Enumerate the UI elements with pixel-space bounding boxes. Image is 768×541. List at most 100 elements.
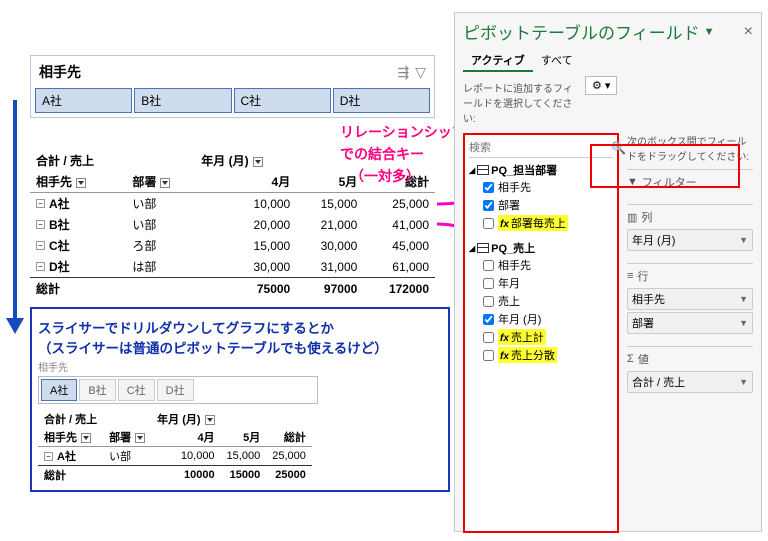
search-input[interactable] xyxy=(469,142,611,154)
field-checkbox[interactable] xyxy=(483,350,494,361)
field-item[interactable]: 年月 (月) xyxy=(469,310,613,328)
sigma-icon: Σ xyxy=(627,353,634,365)
drilldown-arrow xyxy=(8,100,22,336)
value-cell: 15000 xyxy=(221,466,267,485)
table-name: PQ_売上 xyxy=(491,240,535,256)
field-label: 部署毎売上 xyxy=(511,218,566,230)
dropdown-icon[interactable] xyxy=(205,415,215,425)
column-dropdown-icon[interactable] xyxy=(253,157,263,167)
pane-title: ピボットテーブルのフィールド▼ xyxy=(463,19,753,44)
field-item[interactable]: fx部署毎売上 xyxy=(469,214,613,232)
fx-icon: fx xyxy=(500,333,509,344)
field-chip[interactable]: 合計 / 売上 ▼ xyxy=(627,371,753,393)
clear-filter-icon[interactable]: ▽ xyxy=(415,64,426,81)
tab-active[interactable]: アクティブ xyxy=(463,50,533,72)
total-row: 総計7500097000172000 xyxy=(30,278,435,300)
rowfield2-dropdown-icon[interactable] xyxy=(160,178,170,188)
chevron-down-icon[interactable]: ▼ xyxy=(739,318,748,328)
hint-drag: 次のボックス間でフィールドをドラッグしてください: xyxy=(627,133,753,163)
area-label: フィルター xyxy=(642,174,697,190)
dept-cell: は部 xyxy=(126,256,195,278)
field-checkbox[interactable] xyxy=(483,332,494,343)
table-row: −A社い部10,00015,00025,000 xyxy=(30,193,435,215)
pivot-field-pane: ピボットテーブルのフィールド▼ × アクティブ すべて レポートに追加するフィー… xyxy=(454,12,762,532)
collapse-icon[interactable]: − xyxy=(44,452,53,461)
chip-label: 合計 / 売上 xyxy=(632,374,685,390)
field-checkbox[interactable] xyxy=(483,278,494,289)
chevron-down-icon[interactable]: ▼ xyxy=(739,294,748,304)
field-item[interactable]: 年月 xyxy=(469,274,613,292)
chevron-down-icon[interactable]: ▼ xyxy=(739,235,748,245)
values-label: 合計 / 売上 xyxy=(30,150,126,171)
field-chip[interactable]: 年月 (月)▼ xyxy=(627,229,753,251)
field-checkbox[interactable] xyxy=(483,218,494,229)
table-row: −A社い部10,00015,00025,000 xyxy=(38,447,312,466)
value-cell: 20,000 xyxy=(195,214,296,235)
gear-icon[interactable]: ⚙ ▾ xyxy=(585,76,617,95)
value-cell: 25,000 xyxy=(363,193,435,215)
total-row: 総計100001500025000 xyxy=(38,466,312,485)
table-name: PQ_担当部署 xyxy=(491,162,557,178)
slicer-item[interactable]: C社 xyxy=(118,379,155,401)
field-item[interactable]: fx売上分散 xyxy=(469,346,613,364)
value-cell: 61,000 xyxy=(363,256,435,278)
company-cell: D社 xyxy=(49,258,70,275)
slicer-item[interactable]: B社 xyxy=(79,379,115,401)
dropdown-icon[interactable] xyxy=(135,433,145,443)
collapse-icon[interactable]: − xyxy=(36,199,45,208)
slicer-item[interactable]: D社 xyxy=(333,88,430,113)
total-label: 総計 xyxy=(30,278,126,300)
field-item[interactable]: 部署 xyxy=(469,196,613,214)
collapse-icon[interactable]: − xyxy=(36,241,45,250)
search-icon[interactable]: 🔍 xyxy=(611,141,626,155)
fx-icon: fx xyxy=(500,351,509,362)
slicer-title: 相手先 xyxy=(39,62,391,82)
dropdown-icon[interactable] xyxy=(81,433,91,443)
table-node[interactable]: ◢PQ_担当部署 xyxy=(469,162,613,178)
table-node[interactable]: ◢PQ_売上 xyxy=(469,240,613,256)
value-cell: 31,000 xyxy=(296,256,363,278)
company-cell: C社 xyxy=(49,237,70,254)
chevron-down-icon[interactable]: ▼ xyxy=(739,377,748,387)
field-checkbox[interactable] xyxy=(483,200,494,211)
field-item[interactable]: fx売上計 xyxy=(469,328,613,346)
slicer-item-selected[interactable]: A社 xyxy=(41,379,77,401)
tab-all[interactable]: すべて xyxy=(533,50,581,72)
table-icon xyxy=(477,165,489,175)
field-item[interactable]: 相手先 xyxy=(469,178,613,196)
value-cell: 15,000 xyxy=(296,193,363,215)
columns-area[interactable]: ▥列 年月 (月)▼ xyxy=(627,204,753,263)
slicer-item[interactable]: B社 xyxy=(134,88,231,113)
field-checkbox[interactable] xyxy=(483,314,494,325)
filter-area[interactable]: ▼フィルター xyxy=(627,169,753,204)
field-label: 売上分散 xyxy=(511,350,555,362)
table-icon xyxy=(477,243,489,253)
field-checkbox[interactable] xyxy=(483,182,494,193)
dept-cell: い部 xyxy=(126,193,195,215)
rowfield1-dropdown-icon[interactable] xyxy=(76,178,86,188)
value-cell: 45,000 xyxy=(363,235,435,256)
multi-select-icon[interactable]: ⇶ xyxy=(397,64,409,81)
rows-area[interactable]: ≡行 相手先▼ 部署▼ xyxy=(627,263,753,346)
dept-cell: い部 xyxy=(103,447,151,466)
slicer-item[interactable]: D社 xyxy=(157,379,194,401)
total-label: 総計 xyxy=(38,466,103,485)
values-area[interactable]: Σ値 合計 / 売上▼ xyxy=(627,346,753,405)
field-label: 相手先 xyxy=(498,257,531,273)
field-checkbox[interactable] xyxy=(483,260,494,271)
field-item[interactable]: 売上 xyxy=(469,292,613,310)
close-icon[interactable]: × xyxy=(744,23,753,41)
field-chip[interactable]: 相手先▼ xyxy=(627,288,753,310)
annotation-relationship-1: リレーションシップ xyxy=(340,122,466,142)
field-chip[interactable]: 部署▼ xyxy=(627,312,753,334)
value-cell: 10000 xyxy=(151,466,220,485)
field-item[interactable]: 相手先 xyxy=(469,256,613,274)
collapse-icon[interactable]: − xyxy=(36,262,45,271)
slicer-item[interactable]: C社 xyxy=(234,88,331,113)
field-checkbox[interactable] xyxy=(483,296,494,307)
company-cell: A社 xyxy=(49,195,70,212)
field-label: 相手先 xyxy=(498,179,531,195)
value-cell: 75000 xyxy=(195,278,296,300)
collapse-icon[interactable]: − xyxy=(36,220,45,229)
slicer-item[interactable]: A社 xyxy=(35,88,132,113)
